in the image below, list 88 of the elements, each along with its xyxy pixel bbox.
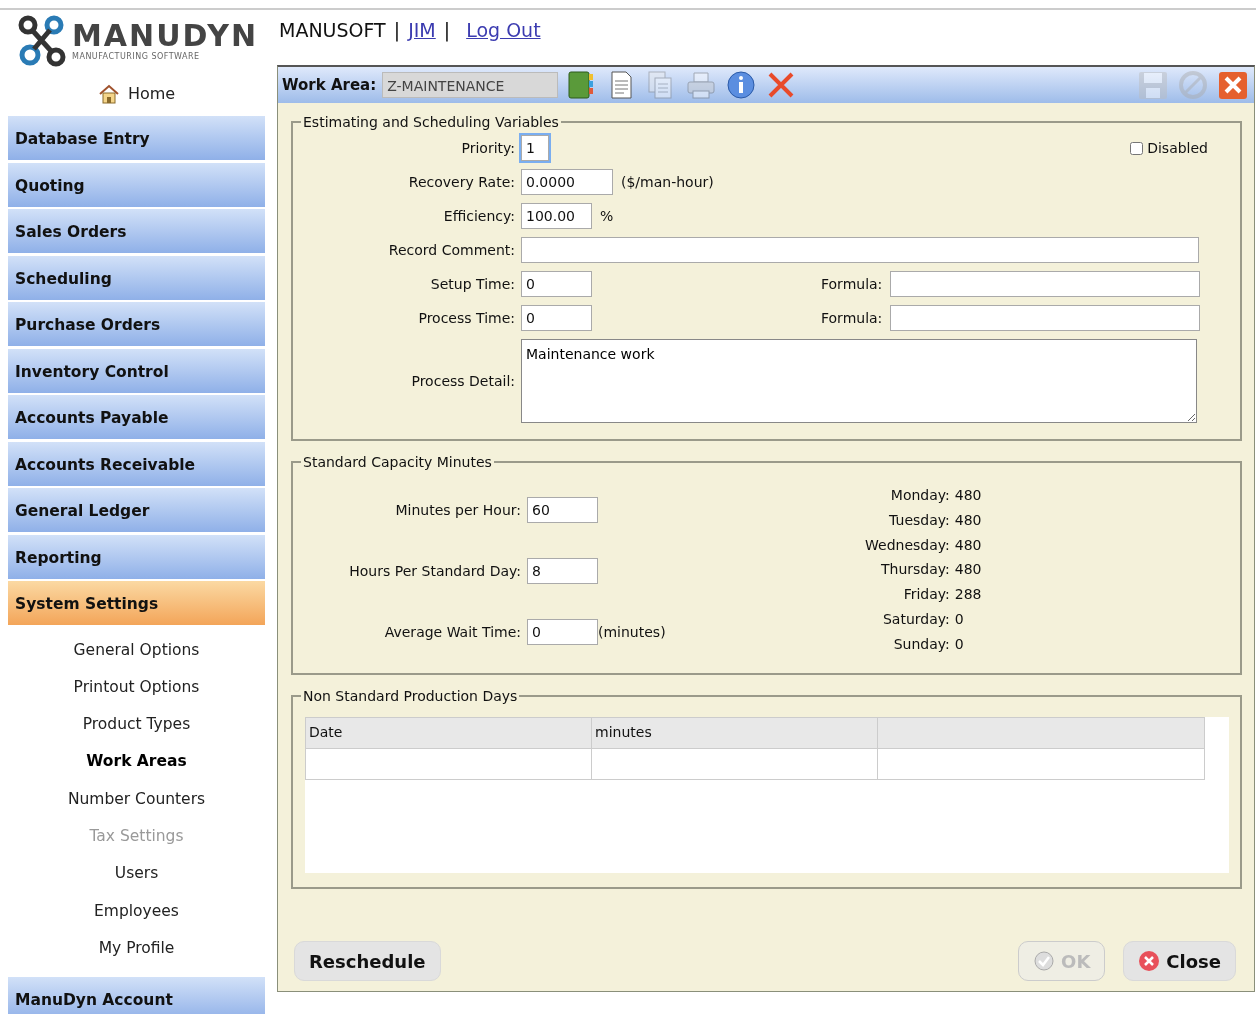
day-minutes: 480 bbox=[954, 486, 982, 505]
check-icon bbox=[1033, 950, 1056, 972]
section-legend: Non Standard Production Days bbox=[301, 688, 520, 703]
work-area-field[interactable]: Z-MAINTENANCE bbox=[382, 72, 559, 98]
save-icon bbox=[1136, 69, 1170, 101]
close-icon bbox=[1138, 950, 1161, 972]
input-field[interactable]: 0.0000 bbox=[521, 169, 613, 195]
header-link[interactable]: JIM bbox=[408, 16, 436, 45]
submenu-item[interactable]: Employees bbox=[94, 892, 179, 930]
section-legend: Standard Capacity Minutes bbox=[301, 455, 494, 469]
close-icon bbox=[1216, 69, 1250, 101]
input-field[interactable] bbox=[890, 305, 1201, 331]
menu-section[interactable]: Accounts Payable bbox=[8, 395, 265, 439]
field-label: Formula: bbox=[821, 274, 883, 294]
home-link[interactable]: Home bbox=[8, 72, 265, 116]
menu-section[interactable]: Inventory Control bbox=[8, 348, 265, 393]
field-label: Work Area: bbox=[282, 74, 377, 96]
checkbox[interactable] bbox=[1130, 141, 1144, 155]
day-label: Friday: bbox=[902, 585, 950, 605]
unit-label: (minutes) bbox=[598, 622, 666, 642]
menu-section[interactable]: Database Entry bbox=[8, 116, 265, 160]
menu-section[interactable]: System Settings bbox=[8, 581, 265, 625]
input-field[interactable]: 60 bbox=[527, 497, 598, 523]
submenu-item[interactable]: Printout Options bbox=[73, 668, 200, 707]
cancel-icon bbox=[1176, 69, 1210, 101]
reschedule-button[interactable]: Reschedule bbox=[294, 941, 441, 981]
menu-section[interactable]: ManuDyn Account bbox=[8, 977, 265, 1014]
field-label: Hours Per Standard Day: bbox=[348, 561, 521, 581]
close-button[interactable]: Close bbox=[1123, 941, 1236, 981]
input-field[interactable]: 0 bbox=[521, 305, 592, 331]
day-label: Monday: bbox=[889, 486, 950, 505]
field-label: Process Time: bbox=[417, 308, 515, 328]
day-minutes: 0 bbox=[954, 634, 965, 654]
submenu-item[interactable]: Users bbox=[114, 855, 159, 893]
close-button[interactable] bbox=[1216, 69, 1250, 101]
day-minutes: 480 bbox=[954, 560, 982, 580]
header-link[interactable]: Log Out bbox=[466, 16, 541, 45]
logo-text: MANUDYN bbox=[72, 21, 259, 51]
house-icon bbox=[97, 84, 120, 104]
field-label: Minutes per Hour: bbox=[394, 500, 521, 520]
input-field[interactable]: 8 bbox=[527, 558, 598, 584]
day-minutes: 480 bbox=[954, 510, 982, 530]
day-minutes: 480 bbox=[954, 535, 982, 555]
input-field[interactable]: 0 bbox=[527, 619, 598, 645]
day-label: Wednesday: bbox=[865, 535, 950, 555]
column-header: Date bbox=[305, 717, 592, 749]
menu-section[interactable]: General Ledger bbox=[8, 488, 265, 532]
submenu-item[interactable]: Product Types bbox=[82, 706, 191, 744]
separator: | bbox=[443, 18, 451, 44]
day-label: Saturday: bbox=[881, 610, 950, 629]
day-minutes: 0 bbox=[954, 610, 965, 629]
menu-section[interactable]: Sales Orders bbox=[8, 209, 265, 253]
menu-section[interactable]: Purchase Orders bbox=[8, 302, 265, 346]
day-label: Thursday: bbox=[879, 560, 950, 580]
input-field[interactable]: 0 bbox=[521, 271, 592, 297]
text-area[interactable]: Maintenance work bbox=[521, 339, 1197, 423]
menu-section[interactable]: Quoting bbox=[8, 162, 265, 207]
field-label: Setup Time: bbox=[429, 274, 515, 294]
input-field[interactable] bbox=[890, 271, 1201, 297]
day-label: Tuesday: bbox=[888, 510, 950, 530]
field-label: Formula: bbox=[821, 308, 883, 328]
field-label: Priority: bbox=[460, 138, 515, 158]
field-label: Average Wait Time: bbox=[383, 622, 521, 642]
input-field[interactable] bbox=[521, 237, 1199, 263]
checkbox-label: Disabled bbox=[1147, 138, 1208, 158]
section-legend: Estimating and Scheduling Variables bbox=[301, 115, 561, 129]
submenu-item[interactable]: Number Counters bbox=[67, 780, 206, 818]
menu-section[interactable]: Reporting bbox=[8, 534, 265, 579]
separator: | bbox=[393, 18, 401, 44]
submenu-item[interactable]: Work Areas bbox=[86, 743, 187, 781]
submenu-item[interactable]: General Options bbox=[73, 631, 200, 669]
day-label: Sunday: bbox=[892, 634, 950, 654]
column-header: minutes bbox=[591, 717, 878, 749]
company-name: MANUSOFT bbox=[279, 18, 386, 43]
logo-tagline: MANUFACTURING SOFTWARE bbox=[72, 53, 201, 61]
unit-label: ($/man-hour) bbox=[621, 172, 714, 192]
field-label: Efficiency: bbox=[442, 206, 515, 226]
input-field[interactable]: 100.00 bbox=[521, 203, 592, 229]
menu-section[interactable]: Accounts Receivable bbox=[8, 441, 265, 486]
field-label: Recovery Rate: bbox=[407, 172, 515, 192]
input-field[interactable]: 1 bbox=[521, 135, 549, 161]
unit-label: % bbox=[600, 206, 614, 226]
logo-icon bbox=[18, 15, 68, 67]
submenu-item[interactable]: My Profile bbox=[98, 929, 175, 968]
menu-section[interactable]: Scheduling bbox=[8, 255, 265, 300]
field-label: Process Detail: bbox=[410, 371, 515, 391]
day-minutes: 288 bbox=[954, 585, 982, 605]
field-label: Record Comment: bbox=[387, 240, 515, 260]
